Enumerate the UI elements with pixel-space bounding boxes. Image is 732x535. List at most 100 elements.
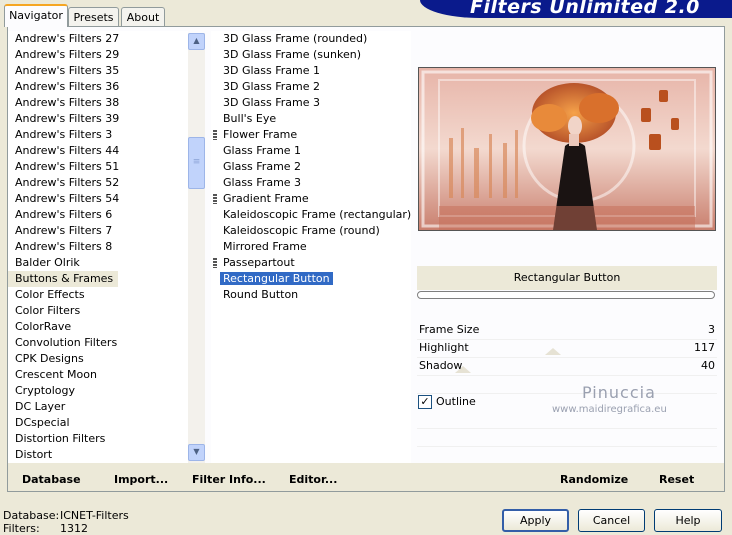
apply-button[interactable]: Apply — [502, 509, 569, 532]
tab-navigator[interactable]: Navigator — [4, 4, 68, 27]
category-item[interactable]: Andrew's Filters 52 — [8, 175, 188, 191]
filter-item[interactable]: Glass Frame 1 — [211, 143, 411, 159]
category-item[interactable]: Convolution Filters — [8, 335, 188, 351]
category-item-label: DCspecial — [15, 416, 70, 429]
category-item-label: Andrew's Filters 44 — [15, 144, 120, 157]
category-item-label: Andrew's Filters 27 — [15, 32, 120, 45]
filter-item-label: 3D Glass Frame 1 — [223, 64, 321, 77]
shadow-slider[interactable]: Shadow 40 — [417, 358, 717, 376]
filter-item[interactable]: Kaleidoscopic Frame (round) — [211, 223, 411, 239]
category-scrollbar[interactable]: ▲ ≡ ▼ — [188, 33, 205, 463]
filter-item[interactable]: Rectangular Button — [211, 271, 411, 287]
filter-item[interactable]: 3D Glass Frame (sunken) — [211, 47, 411, 63]
cancel-button[interactable]: Cancel — [578, 509, 645, 532]
filter-item-label: Glass Frame 3 — [223, 176, 302, 189]
filter-item-label: Kaleidoscopic Frame (round) — [223, 224, 380, 237]
category-item[interactable]: Andrew's Filters 3 — [8, 127, 188, 143]
category-item[interactable]: DC Layer — [8, 399, 188, 415]
tab-presets[interactable]: Presets — [68, 7, 119, 26]
category-item-label: Balder Olrik — [15, 256, 80, 269]
category-item[interactable]: Andrew's Filters 51 — [8, 159, 188, 175]
filter-list[interactable]: 3D Glass Frame (rounded) 3D Glass Frame (… — [211, 31, 411, 463]
filter-item-label: Gradient Frame — [223, 192, 309, 205]
category-item[interactable]: DCspecial — [8, 415, 188, 431]
category-item[interactable]: Color Effects — [8, 287, 188, 303]
category-item-label: Andrew's Filters 39 — [15, 112, 120, 125]
category-item-label: Andrew's Filters 29 — [15, 48, 120, 61]
outline-label: Outline — [436, 395, 476, 408]
category-item-label: Andrew's Filters 52 — [15, 176, 120, 189]
filter-item[interactable]: Passepartout — [211, 255, 411, 271]
category-item[interactable]: CPK Designs — [8, 351, 188, 367]
editor-link[interactable]: Editor... — [289, 473, 337, 486]
filter-item[interactable]: 3D Glass Frame (rounded) — [211, 31, 411, 47]
category-item[interactable]: Andrew's Filters 7 — [8, 223, 188, 239]
category-item[interactable]: Color Filters — [8, 303, 188, 319]
filter-item[interactable]: Flower Frame — [211, 127, 411, 143]
category-item[interactable]: Cryptology — [8, 383, 188, 399]
filter-item[interactable]: Glass Frame 3 — [211, 175, 411, 191]
reset-link[interactable]: Reset — [659, 473, 694, 486]
filter-item[interactable]: Bull's Eye — [211, 111, 411, 127]
filter-item-label: Glass Frame 1 — [223, 144, 302, 157]
category-item[interactable]: Andrew's Filters 6 — [8, 207, 188, 223]
category-item[interactable]: Crescent Moon — [8, 367, 188, 383]
filter-item[interactable]: 3D Glass Frame 1 — [211, 63, 411, 79]
outline-checkbox[interactable]: ✓ — [418, 395, 432, 409]
category-item[interactable]: Andrew's Filters 38 — [8, 95, 188, 111]
category-item-label: Crescent Moon — [15, 368, 97, 381]
highlight-slider[interactable]: Highlight 117 — [417, 340, 717, 358]
filter-item[interactable]: 3D Glass Frame 2 — [211, 79, 411, 95]
category-item[interactable]: Andrew's Filters 29 — [8, 47, 188, 63]
filter-item[interactable]: Glass Frame 2 — [211, 159, 411, 175]
category-list[interactable]: Andrew's Filters 27 Andrew's Filters 29 An… — [8, 31, 188, 463]
category-item[interactable]: Balder Olrik — [8, 255, 188, 271]
category-item[interactable]: Andrew's Filters 27 — [8, 31, 188, 47]
filter-item[interactable]: Gradient Frame — [211, 191, 411, 207]
category-item[interactable]: ColorRave — [8, 319, 188, 335]
database-link[interactable]: Database — [22, 473, 81, 486]
category-item[interactable]: Buttons & Frames — [8, 271, 188, 287]
filter-info-link[interactable]: Filter Info... — [192, 473, 266, 486]
category-item-label: Cryptology — [15, 384, 76, 397]
frame-size-slider[interactable]: Frame Size 3 — [417, 322, 717, 340]
tab-about[interactable]: About — [121, 7, 165, 26]
category-item[interactable]: Andrew's Filters 44 — [8, 143, 188, 159]
category-item[interactable]: Andrew's Filters 36 — [8, 79, 188, 95]
category-item-label: Andrew's Filters 6 — [15, 208, 113, 221]
help-button[interactable]: Help — [654, 509, 722, 532]
group-marker-icon — [213, 258, 217, 268]
filter-item[interactable]: Round Button — [211, 287, 411, 303]
category-item-label: Andrew's Filters 3 — [15, 128, 113, 141]
category-item[interactable]: Andrew's Filters 54 — [8, 191, 188, 207]
progress-bar — [417, 291, 715, 299]
scroll-down-icon[interactable]: ▼ — [188, 444, 205, 461]
filter-item-label: Passepartout — [223, 256, 295, 269]
highlight-value: 117 — [694, 341, 715, 354]
filter-item[interactable]: Kaleidoscopic Frame (rectangular) — [211, 207, 411, 223]
category-item-label: Color Filters — [15, 304, 81, 317]
import-link[interactable]: Import... — [114, 473, 168, 486]
category-item[interactable]: Andrew's Filters 8 — [8, 239, 188, 255]
category-item-label: Andrew's Filters 51 — [15, 160, 120, 173]
category-item-label: Andrew's Filters 38 — [15, 96, 120, 109]
filter-item-label: 3D Glass Frame (rounded) — [223, 32, 368, 45]
scroll-up-icon[interactable]: ▲ — [188, 33, 205, 50]
filter-item[interactable]: Mirrored Frame — [211, 239, 411, 255]
frame-size-label: Frame Size — [419, 323, 480, 336]
filter-item-label: 3D Glass Frame (sunken) — [223, 48, 361, 61]
category-item-label: Distortion Filters — [15, 432, 106, 445]
filter-item-label: Round Button — [223, 288, 299, 301]
category-item-label: Convolution Filters — [15, 336, 118, 349]
category-item[interactable]: Distort — [8, 447, 188, 463]
status-filters-value: 1312 — [60, 522, 88, 535]
filter-item[interactable]: 3D Glass Frame 3 — [211, 95, 411, 111]
category-item[interactable]: Distortion Filters — [8, 431, 188, 447]
filter-item-label: Rectangular Button — [220, 272, 333, 285]
status-database-label: Database: — [3, 509, 60, 522]
randomize-link[interactable]: Randomize — [560, 473, 628, 486]
filter-item-label: 3D Glass Frame 3 — [223, 96, 321, 109]
category-item[interactable]: Andrew's Filters 39 — [8, 111, 188, 127]
scroll-thumb[interactable]: ≡ — [188, 137, 205, 189]
category-item[interactable]: Andrew's Filters 35 — [8, 63, 188, 79]
